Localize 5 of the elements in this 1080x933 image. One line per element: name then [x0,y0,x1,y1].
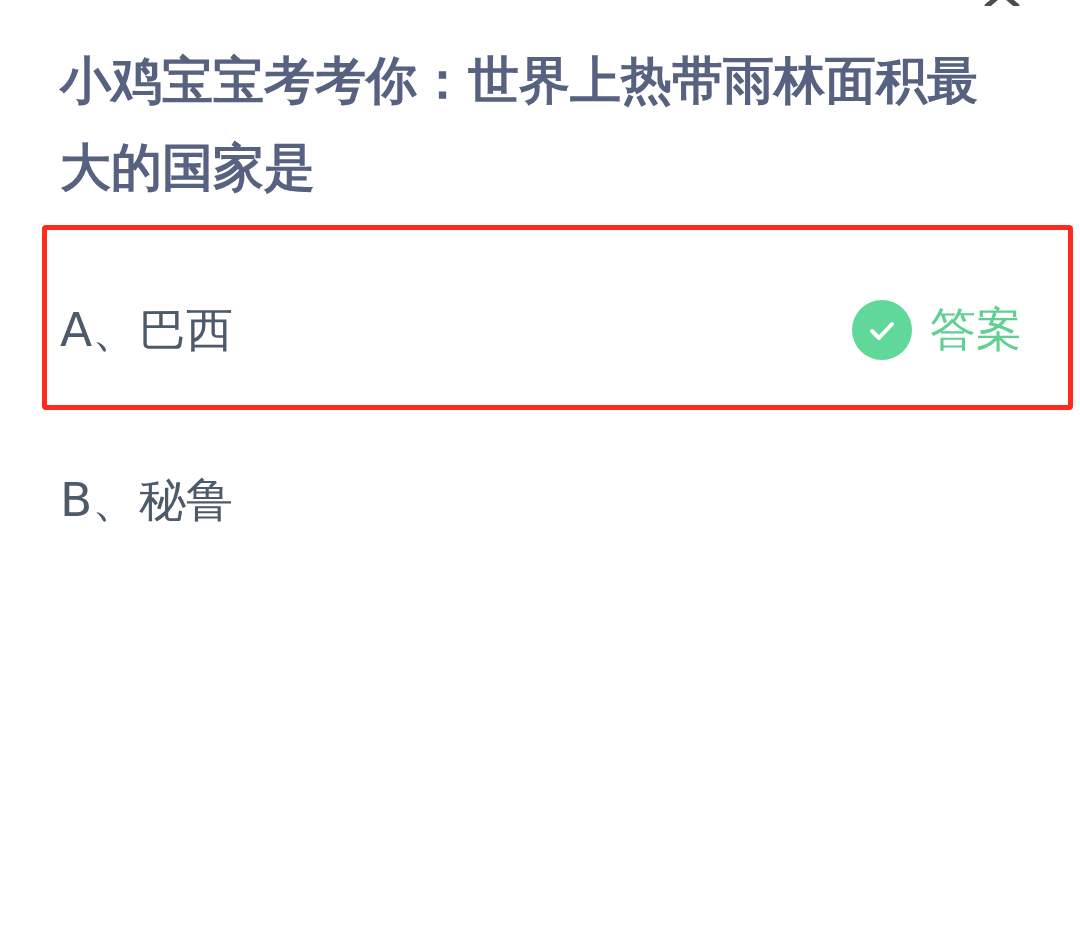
close-icon[interactable] [982,0,1022,6]
option-text[interactable]: A、巴西 [60,301,852,359]
answer-tag: 答案 [930,302,1022,358]
option-text[interactable]: B、秘鲁 [60,471,1022,529]
question-text: 小鸡宝宝考考你：世界上热带雨林面积最大的国家是 [60,50,979,199]
